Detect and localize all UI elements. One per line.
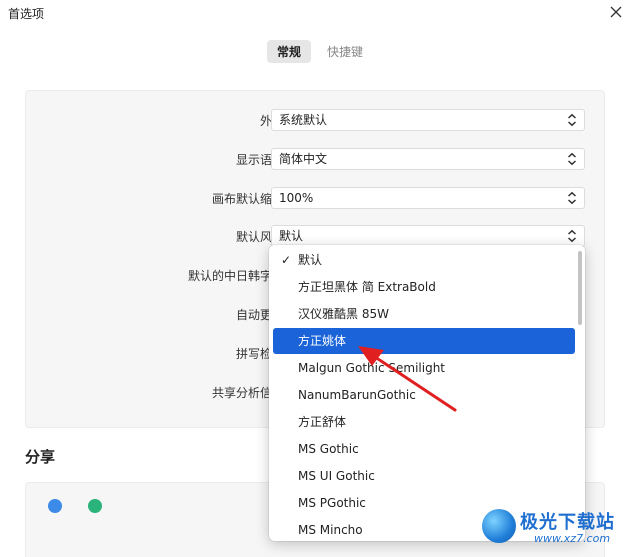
chevron-updown-icon xyxy=(567,229,577,243)
chevron-updown-icon xyxy=(567,191,577,205)
chevron-updown-icon xyxy=(567,152,577,166)
dropdown-option-label: MS Gothic xyxy=(298,442,359,456)
share-option-icon[interactable] xyxy=(88,499,102,513)
close-icon xyxy=(610,6,622,18)
dropdown-option-label: 方正坦黑体 简 ExtraBold xyxy=(298,280,436,294)
dropdown-option[interactable]: 汉仪雅酷黑 85W xyxy=(273,301,575,327)
dropdown-option-label: NanumBarunGothic xyxy=(298,388,416,402)
dropdown-option[interactable]: ✓ 默认 xyxy=(273,247,575,273)
appearance-value: 系统默认 xyxy=(279,113,328,127)
dropdown-option[interactable]: MS UI Gothic xyxy=(273,463,575,489)
dropdown-option[interactable]: 方正舒体 xyxy=(273,409,575,435)
dropdown-option-label: 默认 xyxy=(298,253,323,267)
window-title: 首选项 xyxy=(8,6,45,21)
dropdown-option-label: MS UI Gothic xyxy=(298,469,375,483)
dropdown-option-label: 方正姚体 xyxy=(298,334,347,348)
dropdown-option-selected[interactable]: 方正姚体 xyxy=(273,328,575,354)
dropdown-option[interactable]: 方正坦黑体 简 ExtraBold xyxy=(273,274,575,300)
dropdown-scrollbar[interactable] xyxy=(578,251,582,325)
style-value: 默认 xyxy=(279,229,304,243)
dropdown-option-label: MS PGothic xyxy=(298,496,366,510)
window-titlebar: 首选项 xyxy=(0,0,640,26)
dropdown-option-label: MS Mincho xyxy=(298,523,363,537)
close-button[interactable] xyxy=(606,2,626,22)
zoom-select[interactable]: 100% xyxy=(271,187,585,209)
tab-shortcuts[interactable]: 快捷键 xyxy=(317,40,373,63)
tab-general[interactable]: 常规 xyxy=(266,40,311,63)
dropdown-option[interactable]: NanumBarunGothic xyxy=(273,382,575,408)
share-section-title: 分享 xyxy=(25,448,56,466)
dropdown-option[interactable]: Malgun Gothic Semilight xyxy=(273,355,575,381)
font-dropdown-menu: ✓ 默认 方正坦黑体 简 ExtraBold 汉仪雅酷黑 85W 方正姚体 Ma… xyxy=(269,245,585,541)
tab-bar: 常规 快捷键 xyxy=(0,40,640,63)
language-value: 简体中文 xyxy=(279,152,328,166)
language-select[interactable]: 简体中文 xyxy=(271,148,585,170)
dropdown-option-label: 汉仪雅酷黑 85W xyxy=(298,307,389,321)
dropdown-option[interactable]: MS Gothic xyxy=(273,436,575,462)
setting-row-appearance: 外观: 系统默认 xyxy=(26,109,606,133)
watermark-title: 极光下载站 xyxy=(520,512,615,533)
check-icon: ✓ xyxy=(281,253,292,267)
setting-row-language: 显示语言: 简体中文 xyxy=(26,148,606,172)
watermark-url: www.xz7.com xyxy=(534,532,611,545)
dropdown-option-label: 方正舒体 xyxy=(298,415,347,429)
setting-row-zoom: 画布默认缩放: 100% xyxy=(26,187,606,211)
chevron-updown-icon xyxy=(567,113,577,127)
share-option-icon[interactable] xyxy=(48,499,62,513)
appearance-select[interactable]: 系统默认 xyxy=(271,109,585,131)
dropdown-option-label: Malgun Gothic Semilight xyxy=(298,361,445,375)
zoom-value: 100% xyxy=(279,191,314,205)
style-select[interactable]: 默认 xyxy=(271,225,585,247)
watermark: 极光下载站 www.xz7.com xyxy=(478,505,638,555)
watermark-logo-icon xyxy=(482,509,516,543)
